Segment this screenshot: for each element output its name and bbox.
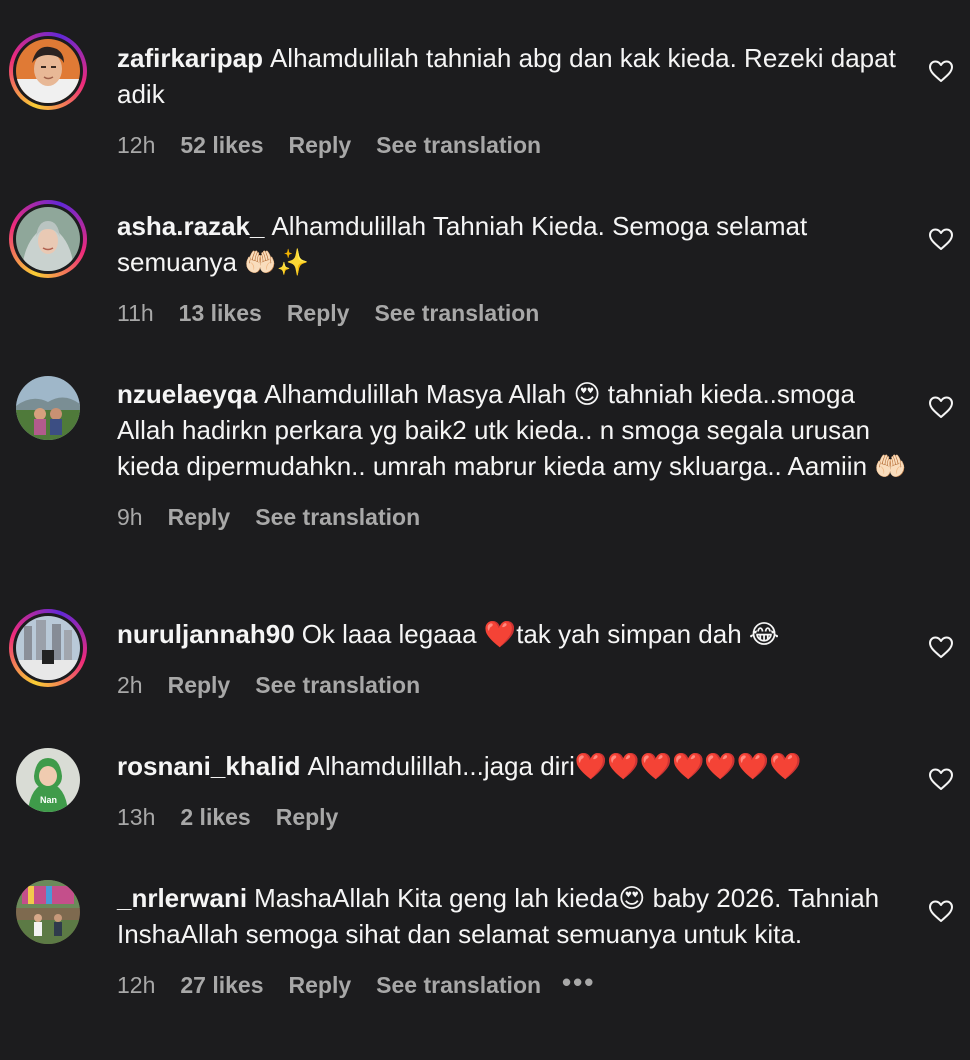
see-translation-button[interactable]: See translation: [255, 504, 420, 531]
reply-button[interactable]: Reply: [168, 504, 231, 531]
avatar: [16, 376, 80, 440]
comment-time: 13h: [117, 804, 156, 830]
reply-button[interactable]: Reply: [289, 972, 352, 999]
avatar: [16, 616, 80, 680]
heart-outline-icon[interactable]: [928, 899, 954, 923]
avatar: [16, 39, 80, 103]
comment-item: _nrlerwani MashaAllah Kita geng lah kieda…: [0, 840, 970, 1060]
reply-button[interactable]: Reply: [276, 804, 339, 831]
comment-username[interactable]: nzuelaeyqa: [117, 379, 257, 409]
comment-username[interactable]: nuruljannah90: [117, 619, 295, 649]
heart-outline-icon[interactable]: [928, 635, 954, 659]
avatar: [16, 207, 80, 271]
see-translation-button[interactable]: See translation: [376, 972, 541, 999]
avatar-story-ring[interactable]: [8, 199, 88, 279]
comment-username[interactable]: zafirkaripap: [117, 43, 263, 73]
comment-meta: 2h Reply See translation: [117, 672, 907, 699]
comment-time: 2h: [117, 672, 143, 698]
comment-meta: 9h Reply See translation: [117, 504, 907, 531]
reply-button[interactable]: Reply: [289, 132, 352, 159]
heart-outline-icon[interactable]: [928, 59, 954, 83]
avatar-wrap[interactable]: [8, 368, 88, 448]
comment-time: 9h: [117, 504, 143, 530]
likes-count[interactable]: 27 likes: [180, 972, 263, 999]
comments-list: zafirkaripap Alhamdulilah tahniah abg dan…: [0, 0, 970, 1060]
comment-meta: 13h 2 likes Reply: [117, 804, 907, 831]
heart-outline-icon[interactable]: [928, 227, 954, 251]
comment-meta: 12h 52 likes Reply See translation: [117, 132, 907, 159]
likes-count[interactable]: 13 likes: [179, 300, 262, 327]
comment-meta: 11h 13 likes Reply See translation: [117, 300, 907, 327]
avatar: [16, 880, 80, 944]
avatar-story-ring[interactable]: [8, 31, 88, 111]
more-options-icon[interactable]: •••: [562, 969, 595, 995]
likes-count[interactable]: 52 likes: [180, 132, 263, 159]
avatar-wrap[interactable]: [8, 872, 88, 952]
comment-item: nzuelaeyqa Alhamdulillah Masya Allah 😍 ta…: [0, 336, 970, 576]
likes-count[interactable]: 2 likes: [180, 804, 250, 831]
svg-text:Nan: Nan: [40, 795, 57, 805]
heart-outline-icon[interactable]: [928, 767, 954, 791]
avatar-story-ring[interactable]: [8, 608, 88, 688]
reply-button[interactable]: Reply: [287, 300, 350, 327]
comment-time: 12h: [117, 132, 156, 158]
avatar: Nan: [16, 748, 80, 812]
comment-username[interactable]: rosnani_khalid: [117, 751, 301, 781]
comment-username[interactable]: _nrlerwani: [117, 883, 247, 913]
comment-meta: 12h 27 likes Reply See translation •••: [117, 969, 907, 999]
avatar-wrap[interactable]: Nan: [8, 740, 88, 820]
comment-text: Ok laaa legaaa ❤️tak yah simpan dah 😂: [301, 619, 780, 649]
see-translation-button[interactable]: See translation: [374, 300, 539, 327]
heart-outline-icon[interactable]: [928, 395, 954, 419]
see-translation-button[interactable]: See translation: [376, 132, 541, 159]
comment-username[interactable]: asha.razak_: [117, 211, 264, 241]
comment-time: 11h: [117, 300, 154, 326]
comment-item: Nan rosnani_khalid Alhamdulillah...jaga d…: [0, 708, 970, 840]
comment-item: asha.razak_ Alhamdulillah Tahniah Kieda. …: [0, 168, 970, 336]
comment-item: nuruljannah90 Ok laaa legaaa ❤️tak yah si…: [0, 576, 970, 708]
reply-button[interactable]: Reply: [168, 672, 231, 699]
comment-item: zafirkaripap Alhamdulilah tahniah abg dan…: [0, 0, 970, 168]
comment-time: 12h: [117, 972, 156, 998]
see-translation-button[interactable]: See translation: [255, 672, 420, 699]
comment-text: Alhamdulillah...jaga diri❤️❤️❤️❤️❤️❤️❤️: [307, 751, 802, 781]
